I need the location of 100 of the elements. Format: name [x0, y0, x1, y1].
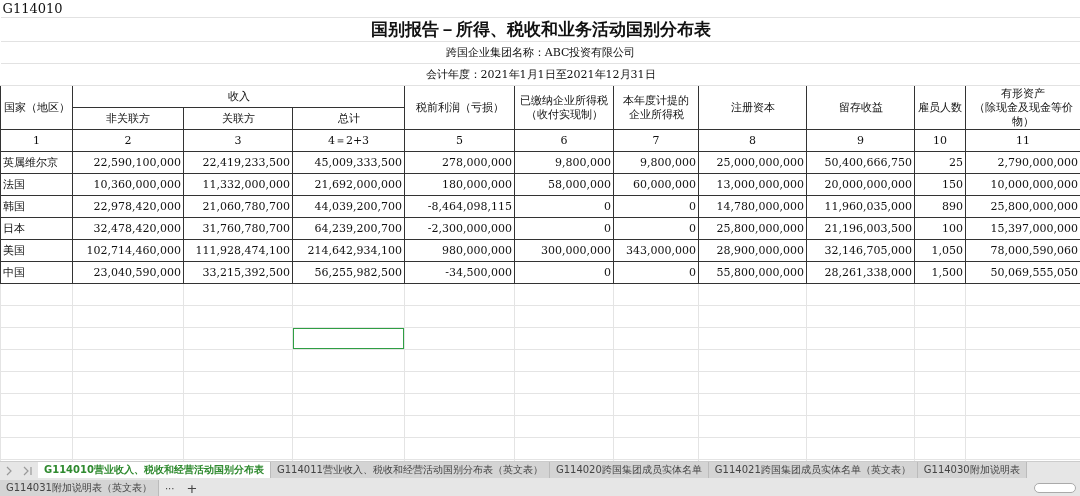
table-cell: 9,800,000 — [514, 151, 614, 174]
add-sheet-button[interactable]: + — [180, 480, 204, 496]
table-cell: 44,039,200,700 — [292, 195, 405, 218]
table-cell: 0 — [613, 261, 699, 284]
column-header: 有形资产 — [1000, 86, 1047, 101]
table-cell: 58,000,000 — [514, 173, 614, 196]
table-cell: 21,060,780,700 — [183, 195, 293, 218]
column-header: （收付实现制） — [524, 107, 604, 122]
sheet-tab[interactable]: G114031附加说明表（英文表） — [0, 480, 159, 496]
column-header: 关联方 — [220, 111, 256, 126]
last-sheet-icon[interactable] — [23, 466, 33, 476]
table-cell: 100 — [914, 217, 966, 240]
next-sheet-icon[interactable] — [5, 466, 13, 476]
cell-selection[interactable] — [293, 328, 404, 349]
column-header: 物） — [1011, 114, 1036, 129]
table-cell: 11,960,035,000 — [806, 195, 915, 218]
table-cell: 23,040,590,000 — [72, 261, 184, 284]
column-number: 4＝2+3 — [292, 129, 405, 152]
table-cell: 45,009,333,500 — [292, 151, 405, 174]
column-header: 雇员人数 — [917, 100, 963, 115]
table-cell: 美国 — [0, 239, 73, 262]
table-cell: 21,196,003,500 — [806, 217, 915, 240]
table-cell: 33,215,392,500 — [183, 261, 293, 284]
table-cell: 64,239,200,700 — [292, 217, 405, 240]
sheet-tab[interactable]: G114021跨国集团成员实体名单（英文表） — [708, 462, 918, 478]
column-header: （除现金及现金等价 — [972, 100, 1074, 115]
table-cell: 28,900,000,000 — [698, 239, 807, 262]
table-cell: 1,500 — [914, 261, 966, 284]
table-cell: 25,800,000,000 — [698, 217, 807, 240]
horizontal-scrollbar[interactable] — [1034, 483, 1076, 493]
table-cell: 214,642,934,100 — [292, 239, 405, 262]
table-cell: -8,464,098,115 — [404, 195, 515, 218]
table-cell: 中国 — [0, 261, 73, 284]
table-cell: -34,500,000 — [404, 261, 515, 284]
column-header: 注册资本 — [729, 100, 776, 115]
column-number: 8 — [698, 129, 807, 152]
table-cell: 0 — [514, 195, 614, 218]
table-cell: 25,000,000,000 — [698, 151, 807, 174]
table-cell: 法国 — [0, 173, 73, 196]
table-cell: 14,780,000,000 — [698, 195, 807, 218]
column-header: 本年度计提的 — [622, 93, 690, 108]
column-number: 10 — [914, 129, 966, 152]
column-number: 6 — [514, 129, 614, 152]
column-header: 已缴纳企业所得税 — [519, 93, 609, 108]
column-header: 非关联方 — [105, 111, 151, 126]
table-cell: 22,978,420,000 — [72, 195, 184, 218]
column-number: 3 — [183, 129, 293, 152]
column-number: 2 — [72, 129, 184, 152]
table-cell: 55,800,000,000 — [698, 261, 807, 284]
sheet-tab[interactable]: G114010营业收入、税收和经营活动国别分布表 — [38, 462, 271, 478]
table-cell: 英属维尔京 — [0, 151, 73, 174]
table-cell: 13,000,000,000 — [698, 173, 807, 196]
table-cell: 0 — [613, 195, 699, 218]
table-cell: 日本 — [0, 217, 73, 240]
table-cell: 111,928,474,100 — [183, 239, 293, 262]
table-cell: 60,000,000 — [613, 173, 699, 196]
table-cell: 150 — [914, 173, 966, 196]
group-name: 跨国企业集团名称：ABC投资有限公司 — [445, 46, 636, 59]
column-header: 留存收益 — [837, 100, 884, 115]
column-header: 企业所得税 — [627, 107, 685, 122]
table-cell: 22,419,233,500 — [183, 151, 293, 174]
column-header: 收入 — [226, 89, 251, 104]
table-cell: 28,261,338,000 — [806, 261, 915, 284]
sheet-tab[interactable]: G114011营业收入、税收和经营活动国别分布表（英文表） — [270, 462, 550, 478]
column-number: 5 — [404, 129, 515, 152]
table-cell: 22,590,100,000 — [72, 151, 184, 174]
column-number: 7 — [613, 129, 699, 152]
fiscal-period: 会计年度：2021年1月1日至2021年12月31日 — [425, 68, 656, 81]
table-cell: 343,000,000 — [613, 239, 699, 262]
table-cell: 10,360,000,000 — [72, 173, 184, 196]
sheet-code: G114010 — [2, 1, 63, 16]
table-cell: 32,478,420,000 — [72, 217, 184, 240]
table-cell: 韩国 — [0, 195, 73, 218]
column-header: 税前利润（亏损） — [414, 100, 505, 115]
table-cell: 180,000,000 — [404, 173, 515, 196]
sheet-tab[interactable]: G114020跨国集团成员实体名单 — [549, 462, 709, 478]
table-cell: 300,000,000 — [514, 239, 614, 262]
table-cell: -2,300,000,000 — [404, 217, 515, 240]
sheet-tab[interactable]: G114030附加说明表 — [917, 462, 1027, 478]
more-tabs-button[interactable]: ··· — [158, 480, 181, 496]
table-cell: 20,000,000,000 — [806, 173, 915, 196]
table-cell: 0 — [613, 217, 699, 240]
table-cell: 0 — [514, 217, 614, 240]
table-cell: 21,692,000,000 — [292, 173, 405, 196]
table-cell: 0 — [514, 261, 614, 284]
column-header: 国家（地区） — [3, 100, 70, 115]
column-number: 9 — [806, 129, 915, 152]
column-number: 1 — [0, 129, 73, 152]
table-cell: 9,800,000 — [613, 151, 699, 174]
table-cell: 890 — [914, 195, 966, 218]
report-title: 国别报告－所得、税收和业务活动国别分布表 — [370, 19, 711, 39]
column-header: 总计 — [336, 111, 361, 126]
table-cell: 56,255,982,500 — [292, 261, 405, 284]
table-cell: 50,400,666,750 — [806, 151, 915, 174]
table-cell: 278,000,000 — [404, 151, 515, 174]
table-cell: 32,146,705,000 — [806, 239, 915, 262]
table-cell: 31,760,780,700 — [183, 217, 293, 240]
table-cell: 102,714,460,000 — [72, 239, 184, 262]
table-cell: 1,050 — [914, 239, 966, 262]
table-cell: 11,332,000,000 — [183, 173, 293, 196]
